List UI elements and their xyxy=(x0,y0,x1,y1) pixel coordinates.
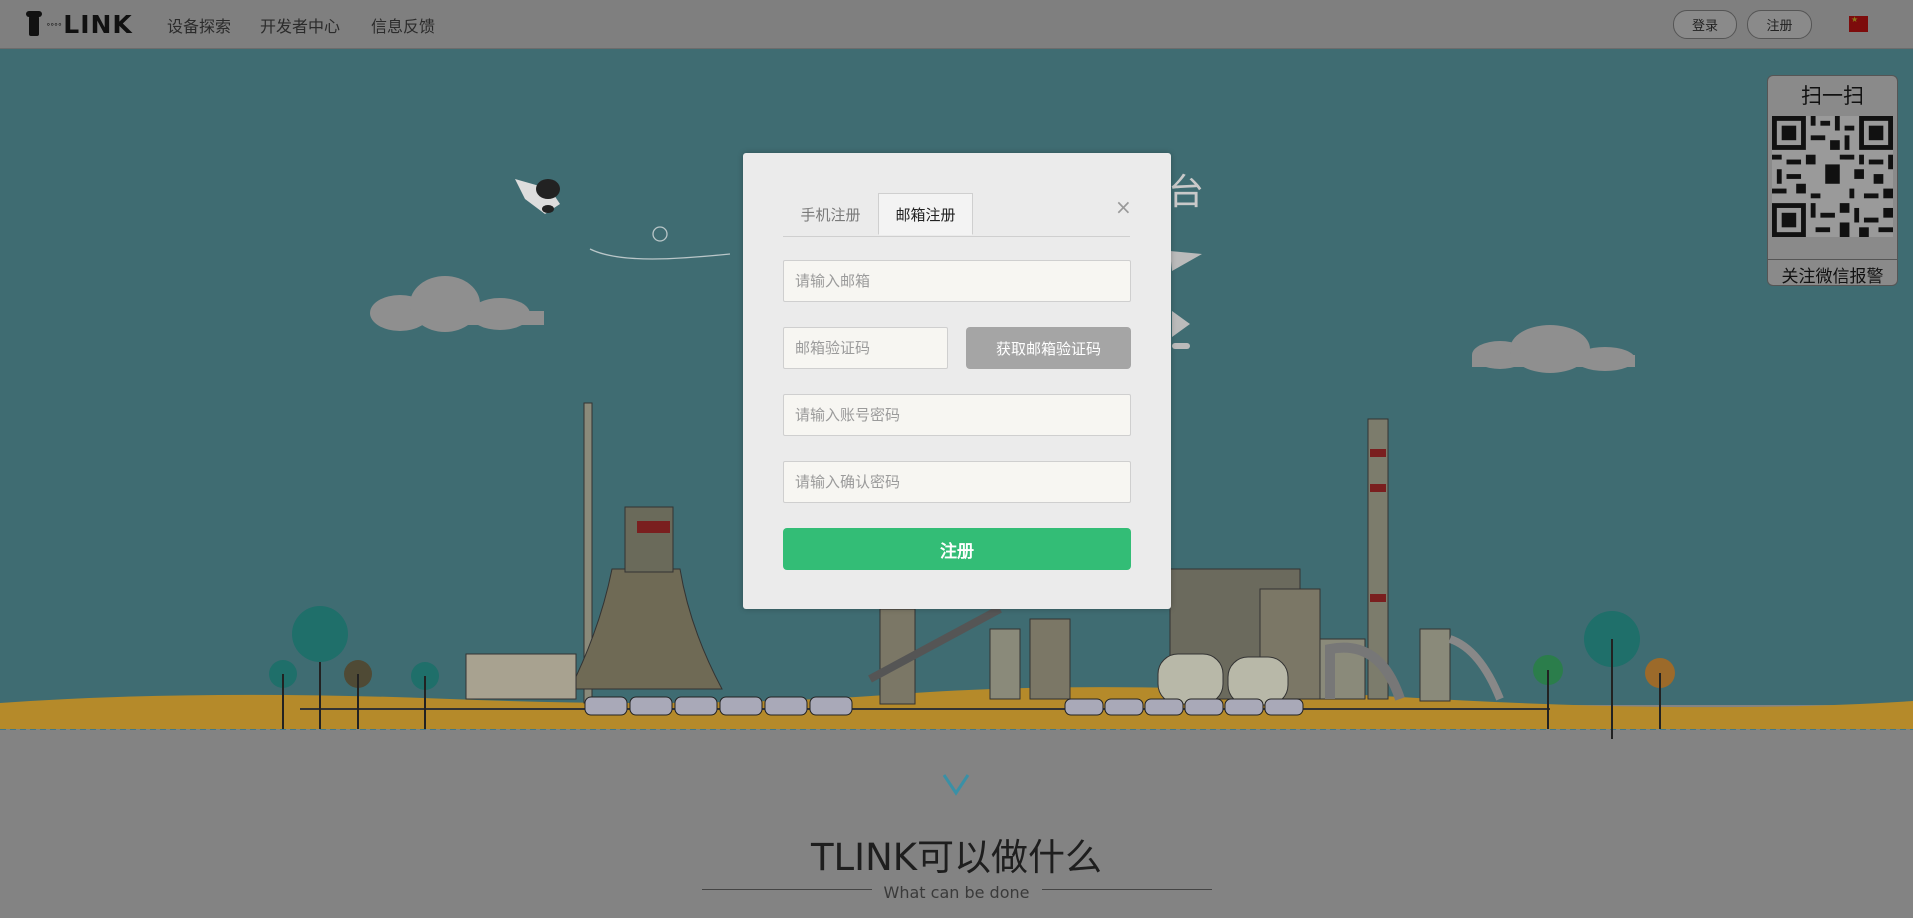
section-subtitle: What can be done xyxy=(883,883,1030,902)
confirm-password-input[interactable] xyxy=(783,461,1131,503)
chevron-down-icon[interactable] xyxy=(941,772,971,796)
nav-link-feedback[interactable]: 信息反馈 xyxy=(371,13,435,37)
register-button[interactable]: 注册 xyxy=(1747,10,1812,39)
nav-link-developer-center[interactable]: 开发者中心 xyxy=(260,13,340,37)
logo-dots: ∘∘∘∘ xyxy=(46,19,62,29)
register-modal: 手机注册 邮箱注册 × 获取邮箱验证码 注册 xyxy=(743,153,1171,609)
nav-link-device-explore[interactable]: 设备探索 xyxy=(167,13,231,37)
tlink-logo[interactable]: ∘∘∘∘ LINK xyxy=(26,9,133,39)
banner-fragments: 台 xyxy=(1168,172,1204,349)
section-title: TLINK可以做什么 xyxy=(810,836,1103,879)
register-tabs: 手机注册 邮箱注册 xyxy=(783,193,1130,237)
wechat-qr-panel: 扫一扫 关注微信报警 xyxy=(1767,75,1898,287)
cloud xyxy=(1472,325,1635,373)
get-email-code-button[interactable]: 获取邮箱验证码 xyxy=(966,327,1131,369)
password-input[interactable] xyxy=(783,394,1131,436)
top-navbar: ∘∘∘∘ LINK 设备探索 开发者中心 信息反馈 登录 注册 xyxy=(0,0,1913,49)
china-flag-icon[interactable] xyxy=(1849,15,1868,32)
tab-phone-register[interactable]: 手机注册 xyxy=(783,193,878,235)
email-code-input[interactable] xyxy=(783,327,948,369)
logo-text: LINK xyxy=(63,9,133,39)
cloud xyxy=(370,276,544,332)
spaceship xyxy=(515,179,731,260)
register-submit-button[interactable]: 注册 xyxy=(783,528,1131,570)
logo-mark-icon xyxy=(26,11,42,37)
tab-email-register[interactable]: 邮箱注册 xyxy=(878,193,973,235)
qr-code-icon xyxy=(1772,116,1893,237)
qr-caption: 关注微信报警 xyxy=(1768,259,1897,287)
email-input[interactable] xyxy=(783,260,1131,302)
login-button[interactable]: 登录 xyxy=(1673,10,1737,39)
qr-title: 扫一扫 xyxy=(1801,84,1864,108)
close-icon[interactable]: × xyxy=(1115,197,1132,217)
svg-text:台: 台 xyxy=(1168,172,1204,213)
